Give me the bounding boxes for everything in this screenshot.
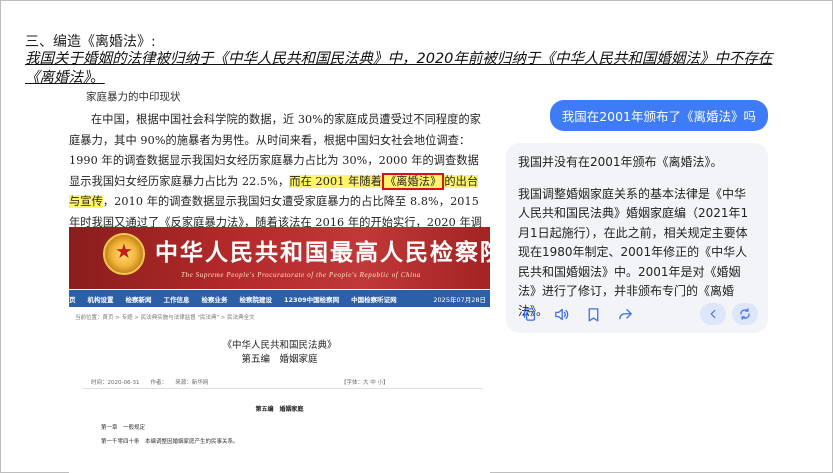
article-text: 第一千零四十条 本编调整因婚姻家庭产生的民事关系。 bbox=[101, 439, 239, 445]
document-title-sub: 第五编 婚姻家庭 bbox=[241, 354, 318, 365]
summary-body: 我国关于婚姻的法律被归纳于《中华人民共和国民法典》中，2020年前被归纳于《中华… bbox=[25, 51, 773, 86]
nav-item[interactable]: 检察业务 bbox=[202, 294, 228, 304]
answer-paragraph-2: 我国调整婚姻家庭关系的基本法律是《中华人民共和国民法典》婚姻家庭编（2021年1… bbox=[518, 186, 749, 318]
part-heading: 第五编 婚姻家庭 bbox=[255, 406, 304, 413]
bookmark-icon[interactable] bbox=[582, 303, 604, 325]
site-title: 中华人民共和国最高人民检察院 bbox=[155, 239, 490, 266]
nav-item[interactable]: 12309中国检察网 bbox=[284, 294, 339, 304]
section-heading: 三、编造《离婚法》: bbox=[25, 34, 156, 50]
red-box-term: 《离婚法》 bbox=[381, 172, 445, 190]
answer-actions bbox=[518, 303, 758, 325]
answer-paragraph-1: 我国并没有在2001年颁布《离婚法》。 bbox=[518, 155, 723, 169]
site-navbar: 页 机构设置 检察新闻 工作信息 检察业务 检察院建设 12309中国检察网 中… bbox=[69, 290, 490, 307]
document-title: 《中华人民共和国民法典》 第五编 婚姻家庭 bbox=[69, 339, 490, 367]
site-banner: ★ 中华人民共和国最高人民检察院 The Supreme People's Pr… bbox=[69, 227, 490, 289]
copy-icon[interactable] bbox=[518, 303, 540, 325]
document-title-main: 《中华人民共和国民法典》 bbox=[222, 340, 337, 351]
speaker-icon[interactable] bbox=[550, 303, 572, 325]
nav-item[interactable]: 中国检察听证网 bbox=[351, 294, 397, 304]
font-size-control[interactable]: 【字体：大 中 小】 bbox=[341, 378, 389, 386]
breadcrumb[interactable]: 当前位置：首页 > 专题 > 民法典实施与法律监督 "民法典" > 民法典全文 bbox=[75, 313, 255, 321]
slide-frame: 三、编造《离婚法》: 我国关于婚姻的法律被归纳于《中华人民共和国民法典》中，20… bbox=[0, 0, 833, 473]
highlight-text-1: 而在 2001 年随着 bbox=[289, 174, 382, 188]
book-section-title: 家庭暴力的中印现状 bbox=[86, 91, 181, 103]
book-paragraph: 在中国，根据中国社会科学院的数据，近 30%的家庭成员遭受过不同程度的家庭暴力，… bbox=[69, 110, 489, 237]
nav-item[interactable]: 机构设置 bbox=[88, 294, 114, 304]
nav-item[interactable]: 检察新闻 bbox=[126, 294, 152, 304]
emblem-star-icon: ★ bbox=[115, 239, 133, 263]
regenerate-icon[interactable] bbox=[732, 303, 758, 325]
summary-text: 我国关于婚姻的法律被归纳于《中华人民共和国民法典》中，2020年前被归纳于《中华… bbox=[25, 50, 795, 88]
nav-item[interactable]: 检察院建设 bbox=[240, 294, 273, 304]
assistant-answer: 我国并没有在2001年颁布《离婚法》。 我国调整婚姻家庭关系的基本法律是《中华人… bbox=[506, 143, 768, 333]
nav-date: 2025年07月28日 bbox=[433, 295, 486, 304]
summary-end: 。 bbox=[90, 70, 105, 86]
chapter-heading: 第一章 一般规定 bbox=[101, 425, 146, 431]
document-meta: 时间：2020-06-31 作者： 来源：新华网 bbox=[91, 380, 209, 386]
nav-item[interactable]: 页 bbox=[69, 294, 76, 304]
procuratorate-webpage: ★ 中华人民共和国最高人民检察院 The Supreme People's Pr… bbox=[69, 227, 490, 473]
site-subtitle: The Supreme People's Procuratorate of th… bbox=[181, 271, 421, 279]
user-message-bubble: 我国在2001年颁布了《离婚法》吗 bbox=[549, 100, 768, 131]
book-excerpt: 家庭暴力的中印现状 在中国，根据中国社会科学院的数据，近 30%的家庭成员遭受过… bbox=[69, 87, 489, 237]
previous-icon[interactable] bbox=[700, 303, 726, 325]
share-icon[interactable] bbox=[614, 303, 636, 325]
nav-item[interactable]: 工作信息 bbox=[164, 294, 190, 304]
chat-panel: 我国在2001年颁布了《离婚法》吗 我国并没有在2001年颁布《离婚法》。 我国… bbox=[506, 89, 768, 333]
divider bbox=[83, 388, 483, 389]
